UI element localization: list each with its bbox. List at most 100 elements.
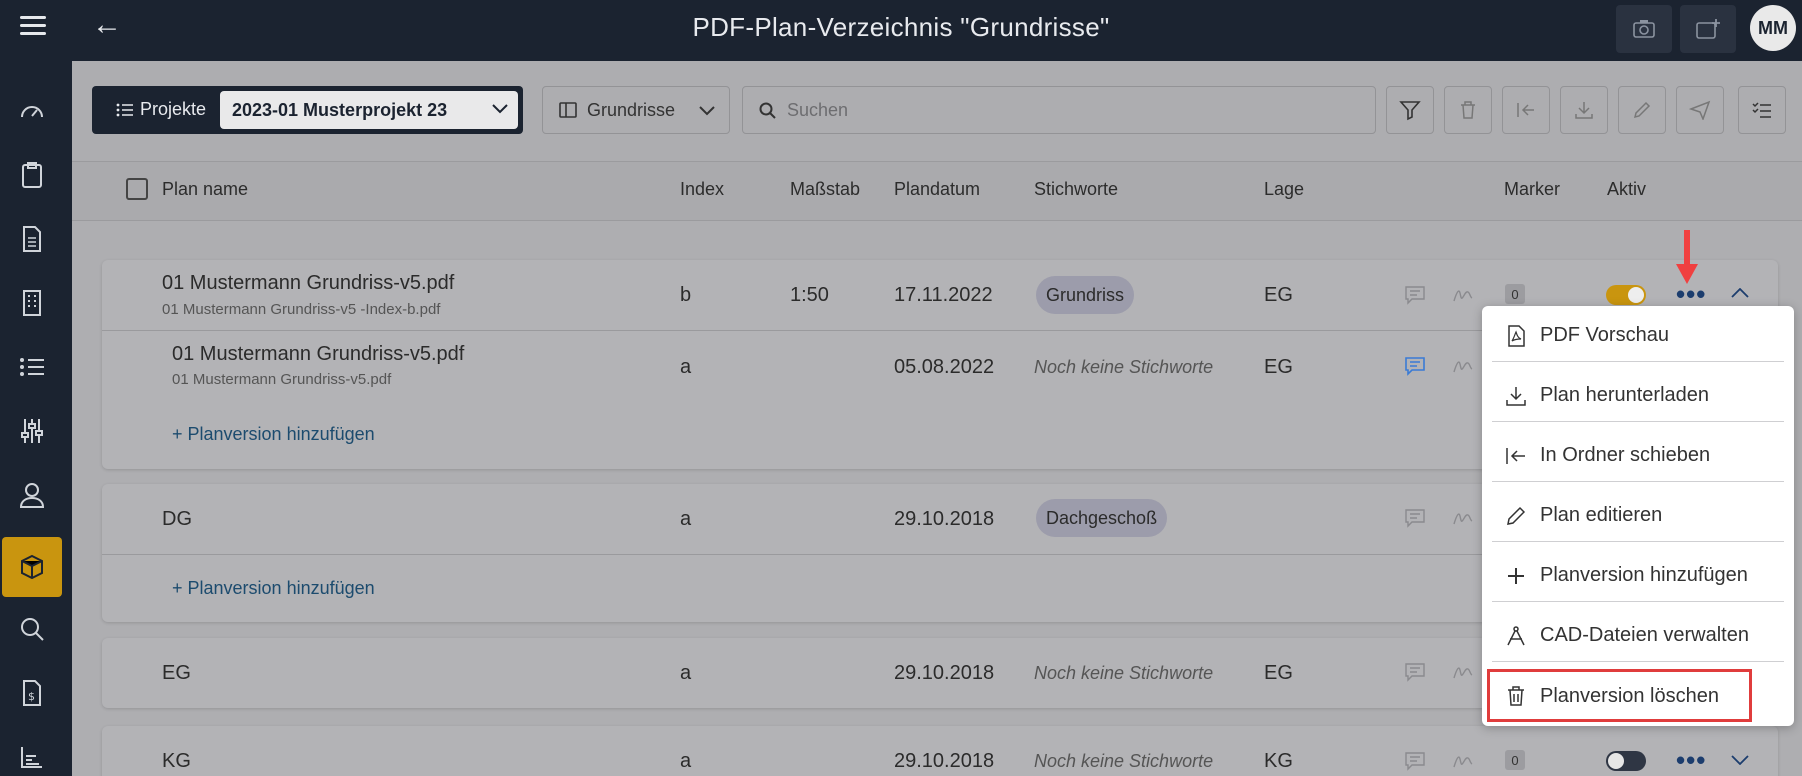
folder-dropdown[interactable]: Grundrisse — [542, 86, 730, 134]
sidebar-item-clipboard[interactable] — [2, 145, 62, 205]
sidebar-item-plans[interactable] — [2, 537, 62, 597]
plan-location: KG — [1264, 750, 1293, 772]
sidebar-item-invoices[interactable]: $ — [2, 663, 62, 723]
no-keywords: Noch keine Stichworte — [1034, 663, 1214, 683]
active-toggle[interactable] — [1606, 285, 1646, 305]
comment-icon[interactable] — [1404, 662, 1426, 682]
sliders-icon — [21, 419, 43, 443]
plan-name[interactable]: EG — [162, 662, 191, 685]
menu-item-edit[interactable]: Plan editieren — [1492, 490, 1784, 542]
plan-index: b — [680, 284, 692, 306]
plan-date: 29.10.2018 — [894, 662, 995, 684]
filter-icon — [1399, 101, 1421, 121]
add-photo-button[interactable] — [1680, 5, 1736, 53]
camera-button[interactable] — [1616, 5, 1672, 53]
projects-label[interactable]: Projekte — [116, 99, 206, 120]
signature-icon[interactable] — [1452, 286, 1474, 304]
version-location: EG — [1264, 356, 1293, 378]
sidebar-item-documents[interactable] — [2, 209, 62, 269]
list-icon — [116, 103, 133, 116]
menu-item-cad-files[interactable]: CAD-Dateien verwalten — [1492, 610, 1784, 662]
send-button[interactable] — [1676, 86, 1724, 134]
sidebar-item-settings[interactable] — [2, 401, 62, 461]
plus-icon — [1508, 567, 1524, 584]
sidebar-item-buildings[interactable] — [2, 273, 62, 333]
checklist-icon — [1752, 102, 1771, 118]
sidebar-item-users[interactable] — [2, 465, 62, 525]
context-menu: PDF Vorschau Plan herunterladen In Ordne… — [1482, 306, 1794, 726]
keyword-tag[interactable]: Grundriss — [1036, 276, 1135, 314]
comment-icon[interactable] — [1404, 508, 1426, 528]
download-icon — [1575, 102, 1593, 119]
avatar[interactable]: MM — [1750, 5, 1796, 51]
sidebar-item-dashboard[interactable] — [2, 81, 62, 141]
download-icon — [1506, 386, 1526, 406]
plan-location: EG — [1264, 662, 1293, 684]
signature-icon[interactable] — [1452, 752, 1474, 770]
no-keywords: Noch keine Stichworte — [1034, 751, 1214, 771]
menu-item-add-version[interactable]: Planversion hinzufügen — [1492, 550, 1784, 602]
menu-item-move[interactable]: In Ordner schieben — [1492, 430, 1784, 482]
signature-icon[interactable] — [1452, 663, 1474, 681]
keyword-tag[interactable]: Dachgeschoß — [1036, 499, 1168, 537]
chevron-down-icon — [699, 106, 715, 116]
header-active[interactable]: Aktiv — [1607, 179, 1646, 200]
move-icon — [1517, 103, 1534, 117]
signature-icon[interactable] — [1452, 357, 1474, 375]
project-dropdown[interactable]: 2023-01 Musterprojekt 23 — [220, 91, 518, 129]
plan-index: a — [680, 508, 692, 530]
header-scale[interactable]: Maßstab — [790, 179, 860, 200]
pdf-icon — [1508, 324, 1525, 347]
header-plan-name[interactable]: Plan name — [162, 179, 248, 200]
more-options-button[interactable]: ••• — [1676, 281, 1706, 307]
header-keywords[interactable]: Stichworte — [1034, 179, 1118, 200]
more-options-button[interactable]: ••• — [1676, 747, 1706, 773]
version-date: 05.08.2022 — [894, 356, 995, 378]
add-image-icon — [1696, 19, 1720, 39]
menu-item-pdf-preview[interactable]: PDF Vorschau — [1492, 310, 1784, 362]
plan-date: 17.11.2022 — [894, 284, 993, 306]
menu-item-download[interactable]: Plan herunterladen — [1492, 370, 1784, 422]
clipboard-icon — [22, 162, 42, 188]
version-name[interactable]: 01 Mustermann Grundriss-v5.pdf — [172, 343, 464, 366]
select-all-checkbox[interactable] — [126, 178, 148, 200]
checklist-button[interactable] — [1738, 86, 1786, 134]
plan-name[interactable]: 01 Mustermann Grundriss-v5.pdf — [162, 272, 454, 295]
header-marker[interactable]: Marker — [1504, 179, 1560, 200]
download-button[interactable] — [1560, 86, 1608, 134]
project-value: 2023-01 Musterprojekt 23 — [232, 100, 448, 120]
edit-button[interactable] — [1618, 86, 1666, 134]
signature-icon[interactable] — [1452, 509, 1474, 527]
sidebar: $ — [0, 61, 72, 776]
comment-icon[interactable] — [1404, 751, 1426, 771]
comment-icon[interactable] — [1404, 285, 1426, 305]
header-index[interactable]: Index — [680, 179, 724, 200]
delete-button[interactable] — [1444, 86, 1492, 134]
chevron-up-icon[interactable] — [1731, 288, 1749, 298]
search-input[interactable]: Suchen — [742, 86, 1376, 134]
dashboard-icon — [21, 106, 43, 118]
comment-icon[interactable] — [1404, 356, 1426, 376]
marker-count: 0 — [1505, 750, 1525, 770]
add-version-link[interactable]: + Planversion hinzufügen — [172, 424, 375, 445]
building-icon — [23, 290, 41, 316]
plan-scale: 1:50 — [790, 284, 829, 306]
list-icon — [20, 358, 44, 376]
add-version-link[interactable]: + Planversion hinzufügen — [172, 578, 375, 599]
sidebar-item-list[interactable] — [2, 337, 62, 397]
filter-button[interactable] — [1386, 86, 1434, 134]
plan-name[interactable]: DG — [162, 508, 192, 531]
red-arrow-indicator — [1676, 230, 1698, 284]
top-bar: ← PDF-Plan-Verzeichnis "Grundrisse" MM — [0, 0, 1802, 61]
header-date[interactable]: Plandatum — [894, 179, 980, 200]
plan-file: 01 Mustermann Grundriss-v5 -Index-b.pdf — [162, 301, 441, 318]
header-location[interactable]: Lage — [1264, 179, 1304, 200]
chevron-down-icon[interactable] — [1731, 755, 1749, 765]
sidebar-item-search[interactable] — [2, 599, 62, 659]
version-index: a — [680, 356, 692, 378]
sidebar-item-reports[interactable] — [2, 727, 62, 776]
plan-name[interactable]: KG — [162, 750, 191, 773]
move-button[interactable] — [1502, 86, 1550, 134]
invoice-icon: $ — [23, 680, 41, 706]
active-toggle[interactable] — [1606, 751, 1646, 771]
